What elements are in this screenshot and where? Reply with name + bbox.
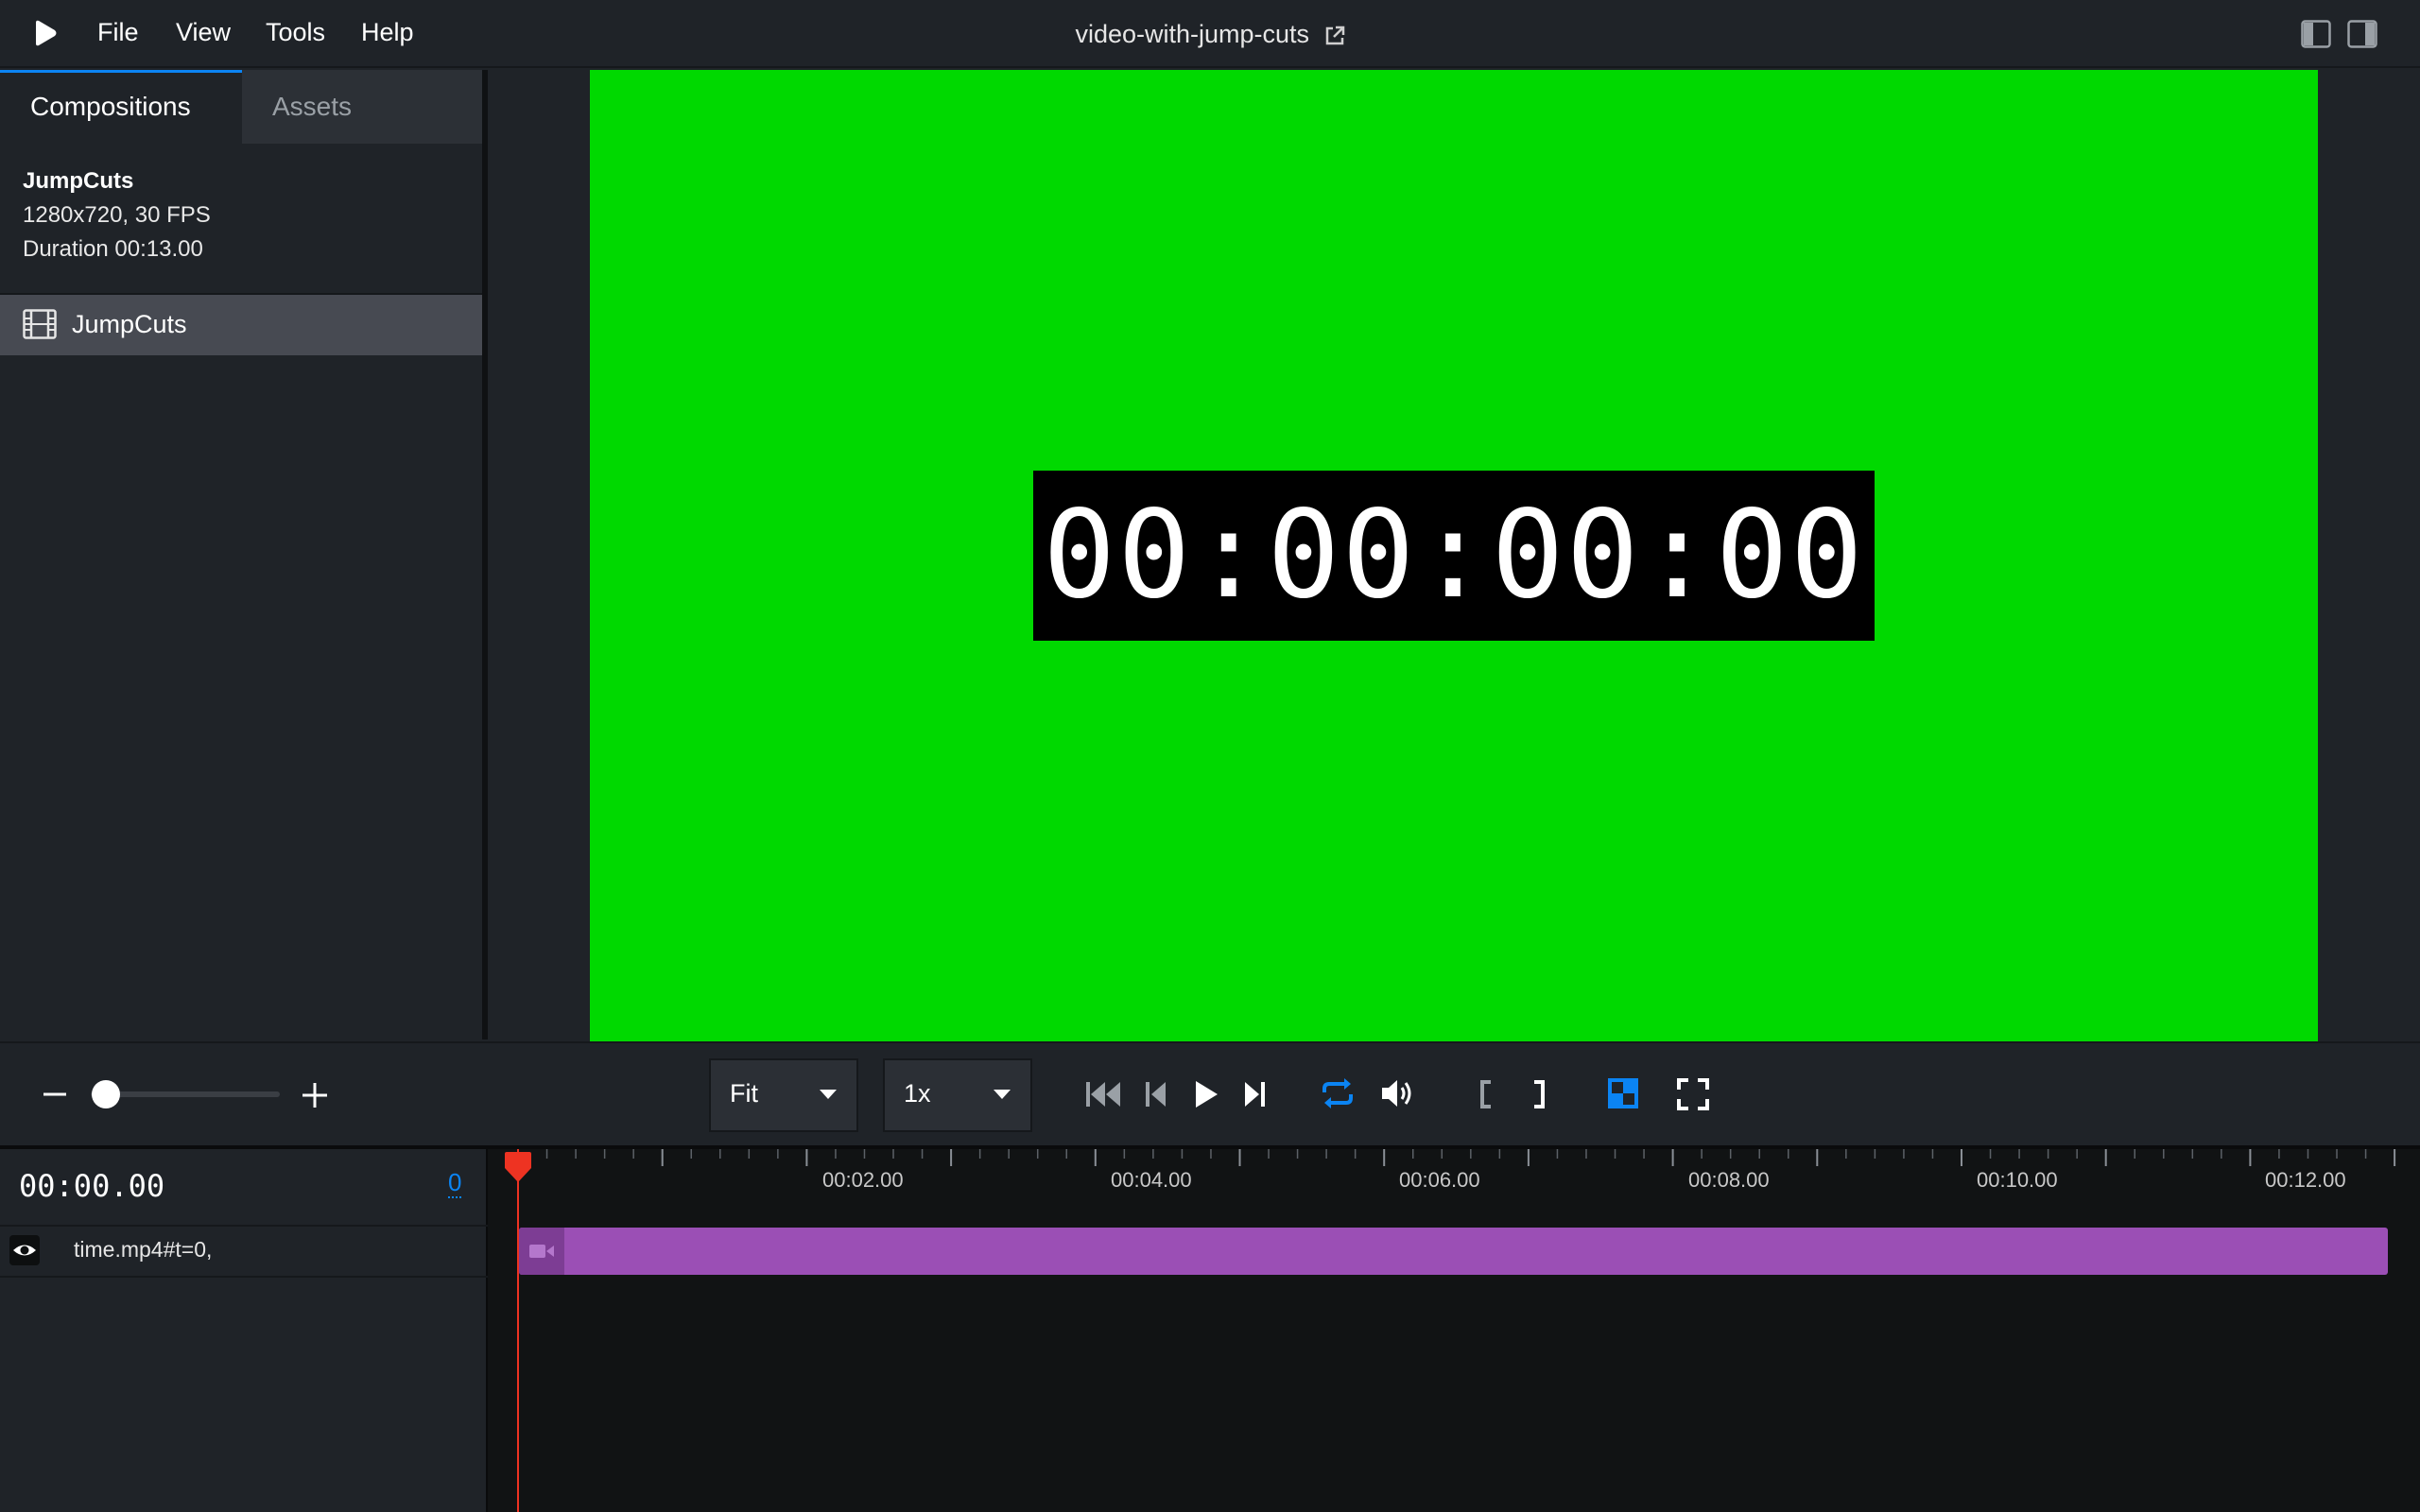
- composition-name: JumpCuts: [23, 168, 134, 194]
- tab-assets[interactable]: Assets: [242, 70, 482, 144]
- zoom-out-icon[interactable]: [42, 1084, 68, 1105]
- timecode-overlay: 00:00:00:00: [1033, 471, 1875, 641]
- project-title-text: video-with-jump-cuts: [1075, 19, 1310, 48]
- playhead-line: [517, 1149, 519, 1512]
- loop-icon[interactable]: [1320, 1077, 1356, 1109]
- tab-compositions[interactable]: Compositions: [0, 70, 242, 144]
- ruler-tick-label: 00:02.00: [822, 1168, 904, 1192]
- track-label: time.mp4#t=0,: [74, 1237, 213, 1262]
- menu-bar: File View Tools Help video-with-jump-cut…: [0, 0, 2420, 68]
- composition-duration: Duration 00:13.00: [23, 236, 203, 262]
- playhead-handle[interactable]: [503, 1151, 533, 1183]
- divider: [0, 1276, 488, 1278]
- playback-rate-select[interactable]: 1x: [883, 1058, 1032, 1132]
- volume-icon[interactable]: [1380, 1077, 1416, 1109]
- jump-to-start-icon[interactable]: [1085, 1079, 1123, 1109]
- ruler-tick-label: 00:08.00: [1688, 1168, 1770, 1192]
- ruler-tick-label: 00:10.00: [1977, 1168, 2058, 1192]
- size-select-value: Fit: [730, 1079, 758, 1108]
- toggle-right-panel-icon[interactable]: [2347, 20, 2377, 48]
- current-time: 00:00.00: [19, 1168, 165, 1204]
- composition-list-item-label: JumpCuts: [72, 310, 187, 338]
- chevron-down-icon: [993, 1089, 1011, 1100]
- video-preview[interactable]: 00:00:00:00: [590, 70, 2318, 1041]
- size-select[interactable]: Fit: [709, 1058, 858, 1132]
- mark-in-icon[interactable]: [1478, 1079, 1494, 1109]
- video-camera-icon: [528, 1242, 555, 1261]
- chevron-down-icon: [819, 1089, 838, 1100]
- eye-icon[interactable]: [9, 1235, 40, 1265]
- timeline-clip[interactable]: [519, 1228, 2388, 1275]
- current-frame[interactable]: 0: [448, 1168, 462, 1198]
- external-link-icon[interactable]: [1324, 17, 1345, 51]
- zoom-slider-handle[interactable]: [92, 1080, 120, 1108]
- play-icon[interactable]: [1193, 1079, 1219, 1109]
- film-icon: [23, 309, 57, 339]
- ruler-tick-label: 00:06.00: [1399, 1168, 1480, 1192]
- ruler-tick-label: 00:04.00: [1111, 1168, 1192, 1192]
- clip-handle[interactable]: [519, 1228, 564, 1275]
- zoom-in-icon[interactable]: [301, 1081, 329, 1109]
- timecode-text: 00:00:00:00: [1043, 485, 1865, 626]
- project-title[interactable]: video-with-jump-cuts: [0, 15, 2420, 51]
- sidebar: Compositions Assets JumpCuts 1280x720, 3…: [0, 70, 482, 1040]
- composition-resolution: 1280x720, 30 FPS: [23, 202, 211, 228]
- mark-out-icon[interactable]: [1531, 1079, 1547, 1109]
- composition-list-item[interactable]: JumpCuts: [0, 295, 482, 355]
- fullscreen-icon[interactable]: [1677, 1078, 1709, 1110]
- toggle-left-panel-icon[interactable]: [2301, 20, 2331, 48]
- composition-info: JumpCuts 1280x720, 30 FPS Duration 00:13…: [23, 164, 467, 266]
- checkerboard-toggle-icon[interactable]: [1608, 1078, 1638, 1108]
- step-back-icon[interactable]: [1144, 1079, 1168, 1109]
- step-forward-icon[interactable]: [1242, 1079, 1267, 1109]
- playback-rate-value: 1x: [904, 1079, 931, 1108]
- ruler-tick-label: 00:12.00: [2265, 1168, 2346, 1192]
